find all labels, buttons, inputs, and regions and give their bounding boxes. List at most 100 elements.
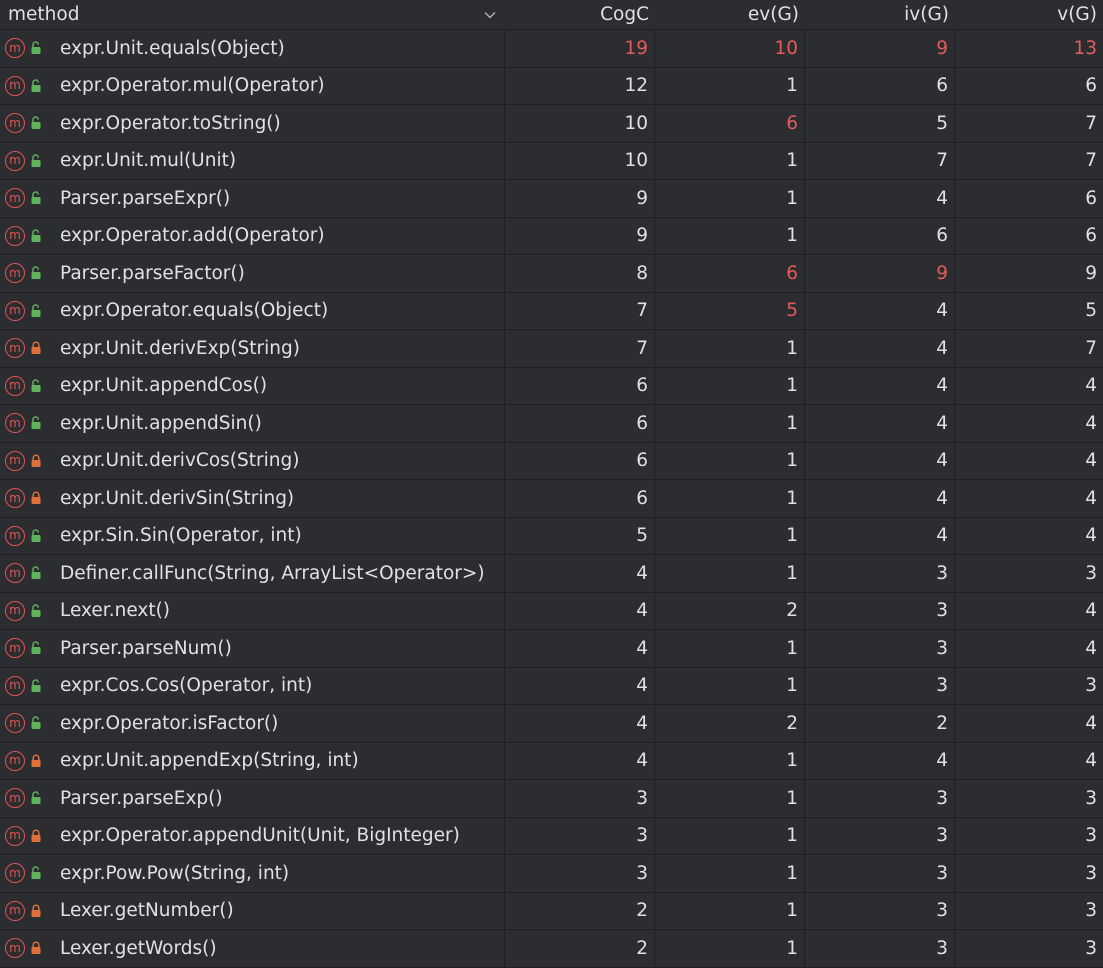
iv-value: 4	[805, 742, 955, 779]
table-row[interactable]: m Lexer.next() 4 2 3 4	[0, 592, 1103, 630]
column-header-method[interactable]: method	[0, 4, 505, 25]
table-row[interactable]: m expr.Unit.appendCos() 6 1 4 4	[0, 367, 1103, 405]
table-row[interactable]: m expr.Operator.add(Operator) 9 1 6 6	[0, 217, 1103, 255]
iv-value: 4	[805, 442, 955, 479]
method-name: Parser.parseNum()	[60, 637, 232, 659]
ev-value: 6	[655, 105, 805, 142]
table-row[interactable]: m Definer.callFunc(String, ArrayList<Oper…	[0, 555, 1103, 593]
method-icon: m	[5, 450, 25, 471]
method-icon: m	[5, 750, 25, 771]
method-icon: m	[5, 38, 25, 59]
method-cell: m Lexer.getNumber()	[0, 892, 505, 929]
method-cell: m Lexer.next()	[0, 592, 505, 629]
v-value: 3	[1085, 937, 1097, 959]
ev-value: 1	[655, 480, 805, 517]
method-cell: m expr.Unit.derivExp(String)	[0, 330, 505, 367]
table-row[interactable]: m Lexer.getWords() 2 1 3 3	[0, 930, 1103, 968]
column-header-method-label: method	[8, 4, 80, 25]
table-row[interactable]: m expr.Unit.mul(Unit) 10 1 7 7	[0, 142, 1103, 180]
method-name: Definer.callFunc(String, ArrayList<Opera…	[60, 562, 485, 584]
cogc-value: 4	[505, 555, 655, 592]
method-name: Parser.parseExpr()	[60, 187, 231, 209]
iv-value: 3	[805, 555, 955, 592]
table-row[interactable]: m expr.Operator.isFactor() 4 2 2 4	[0, 705, 1103, 743]
iv-value: 3	[805, 930, 955, 967]
public-lock-icon	[30, 378, 44, 394]
table-row[interactable]: m expr.Sin.Sin(Operator, int) 5 1 4 4	[0, 517, 1103, 555]
table-row[interactable]: m expr.Operator.equals(Object) 7 5 4 5	[0, 292, 1103, 330]
column-header-iv[interactable]: iv(G)	[805, 4, 955, 25]
method-icon: m	[5, 525, 25, 546]
ev-value: 1	[655, 855, 805, 892]
table-row[interactable]: m expr.Operator.mul(Operator) 12 1 6 6	[0, 67, 1103, 105]
public-lock-icon	[30, 40, 44, 56]
method-icon: m	[5, 488, 25, 509]
method-name: expr.Unit.equals(Object)	[60, 37, 285, 59]
table-row[interactable]: m expr.Unit.derivCos(String) 6 1 4 4	[0, 442, 1103, 480]
method-cell: m expr.Operator.add(Operator)	[0, 217, 505, 254]
table-row[interactable]: m expr.Unit.derivSin(String) 6 1 4 4	[0, 480, 1103, 518]
v-value: 7	[1085, 150, 1097, 172]
method-icon: m	[5, 788, 25, 809]
method-cell: m expr.Unit.appendCos()	[0, 367, 505, 404]
ev-value: 2	[655, 592, 805, 629]
iv-value: 4	[805, 367, 955, 404]
v-value: 4	[1085, 750, 1097, 772]
cogc-value: 10	[505, 142, 655, 179]
method-cell: m Definer.callFunc(String, ArrayList<Oper…	[0, 555, 505, 592]
method-name: Parser.parseFactor()	[60, 262, 245, 284]
method-name: Parser.parseExp()	[60, 787, 223, 809]
table-row[interactable]: m expr.Unit.derivExp(String) 7 1 4 7	[0, 330, 1103, 368]
table-row[interactable]: m Parser.parseExp() 3 1 3 3	[0, 780, 1103, 818]
chevron-down-icon[interactable]	[483, 8, 497, 22]
metrics-table: method CogC ev(G) iv(G) v(G) m expr.Unit.…	[0, 0, 1103, 968]
iv-value: 4	[805, 405, 955, 442]
v-value: 5	[1085, 300, 1097, 322]
v-value: 6	[1085, 75, 1097, 97]
table-row[interactable]: m expr.Operator.appendUnit(Unit, BigInteg…	[0, 817, 1103, 855]
table-row[interactable]: m expr.Unit.appendSin() 6 1 4 4	[0, 405, 1103, 443]
table-row[interactable]: m expr.Pow.Pow(String, int) 3 1 3 3	[0, 855, 1103, 893]
v-value: 4	[1085, 450, 1097, 472]
table-row[interactable]: m Parser.parseExpr() 9 1 4 6	[0, 180, 1103, 218]
table-row[interactable]: m Parser.parseFactor() 8 6 9 9	[0, 255, 1103, 293]
v-value: 13	[1073, 37, 1097, 59]
iv-value: 4	[805, 292, 955, 329]
method-icon: m	[5, 188, 25, 209]
column-header-v[interactable]: v(G)	[955, 4, 1103, 25]
method-cell: m expr.Operator.isFactor()	[0, 705, 505, 742]
method-cell: m expr.Cos.Cos(Operator, int)	[0, 667, 505, 704]
column-header-cogc[interactable]: CogC	[505, 4, 655, 25]
cogc-value: 6	[505, 442, 655, 479]
ev-value: 1	[655, 892, 805, 929]
table-row[interactable]: m expr.Operator.toString() 10 6 5 7	[0, 105, 1103, 143]
v-value: 4	[1085, 525, 1097, 547]
method-name: expr.Unit.mul(Unit)	[60, 150, 237, 172]
ev-value: 10	[655, 30, 805, 67]
v-value: 6	[1085, 225, 1097, 247]
table-row[interactable]: m Parser.parseNum() 4 1 3 4	[0, 630, 1103, 668]
table-row[interactable]: m Lexer.getNumber() 2 1 3 3	[0, 892, 1103, 930]
method-cell: m expr.Operator.appendUnit(Unit, BigInteg…	[0, 817, 505, 854]
column-header-ev[interactable]: ev(G)	[655, 4, 805, 25]
iv-value: 3	[805, 630, 955, 667]
method-icon: m	[5, 150, 25, 171]
ev-value: 1	[655, 67, 805, 104]
method-cell: m Parser.parseExpr()	[0, 180, 505, 217]
table-row[interactable]: m expr.Cos.Cos(Operator, int) 4 1 3 3	[0, 667, 1103, 705]
iv-value: 2	[805, 705, 955, 742]
ev-value: 1	[655, 742, 805, 779]
public-lock-icon	[30, 790, 44, 806]
table-row[interactable]: m expr.Unit.equals(Object) 19 10 9 13	[0, 30, 1103, 68]
table-body: m expr.Unit.equals(Object) 19 10 9 13 m expr.Op…	[0, 30, 1103, 968]
ev-value: 2	[655, 705, 805, 742]
iv-value: 4	[805, 330, 955, 367]
v-value: 4	[1085, 712, 1097, 734]
table-row[interactable]: m expr.Unit.appendExp(String, int) 4 1 4 4	[0, 742, 1103, 780]
method-name: expr.Cos.Cos(Operator, int)	[60, 675, 313, 697]
method-name: expr.Operator.toString()	[60, 112, 281, 134]
v-value: 3	[1085, 862, 1097, 884]
method-icon: m	[5, 638, 25, 659]
ev-value: 1	[655, 367, 805, 404]
method-cell: m Parser.parseNum()	[0, 630, 505, 667]
